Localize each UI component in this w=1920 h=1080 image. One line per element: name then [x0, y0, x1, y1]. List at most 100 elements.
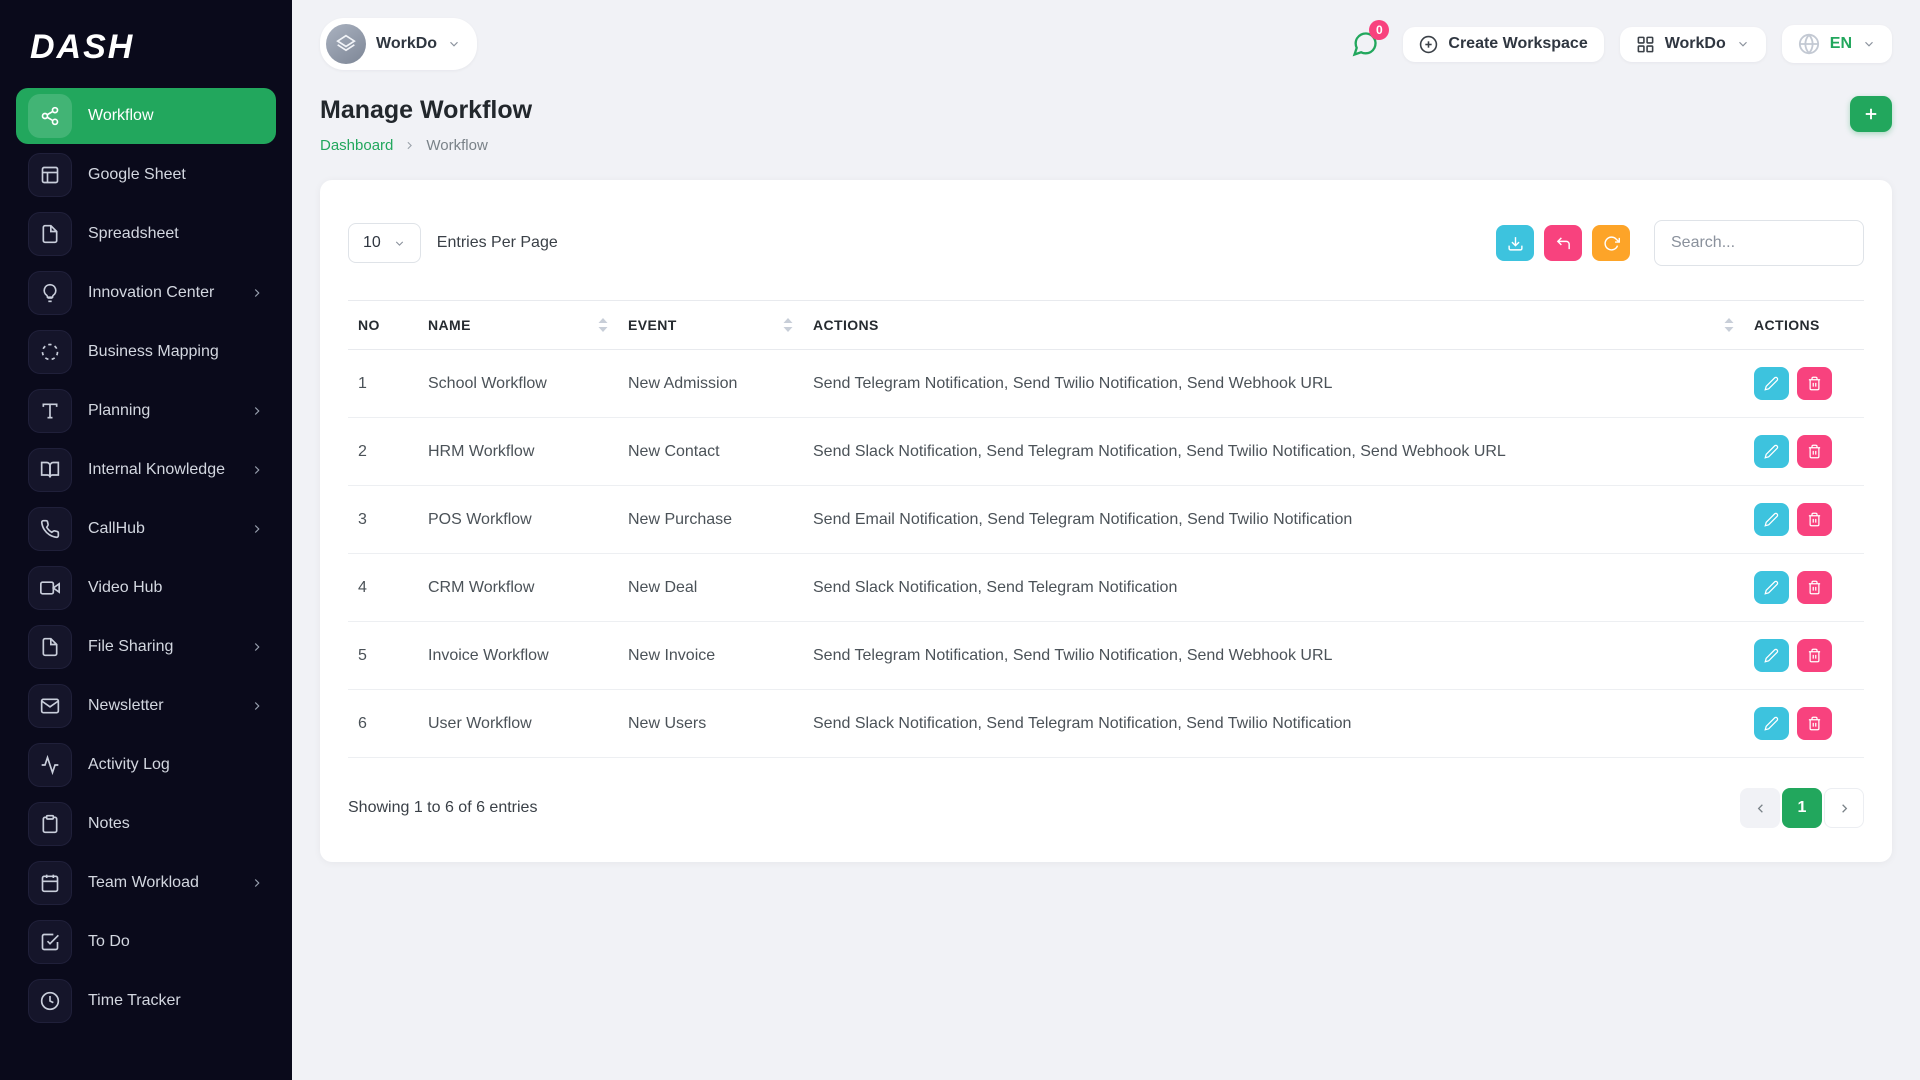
sidebar-item-label: To Do: [88, 933, 130, 951]
create-workspace-button[interactable]: Create Workspace: [1403, 27, 1603, 62]
sidebar-item-to-do[interactable]: To Do: [16, 914, 276, 970]
edit-button[interactable]: [1754, 367, 1789, 400]
sidebar-item-label: Video Hub: [88, 579, 162, 597]
cell-event: New Invoice: [618, 622, 803, 690]
pagination-page-1-button[interactable]: 1: [1782, 788, 1822, 828]
sidebar-item-notes[interactable]: Notes: [16, 796, 276, 852]
calendar-icon: [28, 861, 72, 905]
breadcrumb-current: Workflow: [426, 137, 487, 154]
workspace-dropdown[interactable]: WorkDo: [1620, 27, 1766, 62]
workspace-switcher[interactable]: WorkDo: [320, 18, 477, 70]
language-selector[interactable]: EN: [1782, 25, 1892, 63]
trash-icon: [1807, 716, 1822, 731]
search-input[interactable]: [1654, 220, 1864, 266]
phone-icon: [28, 507, 72, 551]
delete-button[interactable]: [1797, 367, 1832, 400]
edit-button[interactable]: [1754, 503, 1789, 536]
chevron-down-icon: [393, 237, 406, 250]
export-button[interactable]: [1496, 225, 1534, 261]
trash-icon: [1807, 444, 1822, 459]
type-icon: [28, 389, 72, 433]
pagination-prev-button[interactable]: [1740, 788, 1780, 828]
main-content: WorkDo 0 Create Workspace: [292, 0, 1920, 1080]
lightbulb-icon: [28, 271, 72, 315]
sidebar-item-business-mapping[interactable]: Business Mapping: [16, 324, 276, 380]
chevron-right-icon: [250, 522, 264, 536]
clipboard-icon: [28, 802, 72, 846]
column-header-actions[interactable]: ACTIONS: [803, 301, 1744, 350]
sidebar-item-newsletter[interactable]: Newsletter: [16, 678, 276, 734]
delete-button[interactable]: [1797, 571, 1832, 604]
sidebar-item-file-sharing[interactable]: File Sharing: [16, 619, 276, 675]
sidebar-item-callhub[interactable]: CallHub: [16, 501, 276, 557]
cell-name: CRM Workflow: [418, 554, 618, 622]
cell-name: POS Workflow: [418, 486, 618, 554]
sidebar-item-label: CallHub: [88, 520, 145, 538]
cell-event: New Purchase: [618, 486, 803, 554]
sidebar-item-label: Workflow: [88, 107, 154, 125]
edit-button[interactable]: [1754, 435, 1789, 468]
delete-button[interactable]: [1797, 639, 1832, 672]
cell-no: 3: [348, 486, 418, 554]
sidebar-item-team-workload[interactable]: Team Workload: [16, 855, 276, 911]
table-header-row: NO NAME EVENT: [348, 301, 1864, 350]
pencil-icon: [1764, 580, 1779, 595]
edit-button[interactable]: [1754, 639, 1789, 672]
sidebar-item-google-sheet[interactable]: Google Sheet: [16, 147, 276, 203]
brand-logo[interactable]: DASH: [0, 14, 292, 83]
showing-entries-text: Showing 1 to 6 of 6 entries: [348, 799, 537, 817]
messages-button[interactable]: 0: [1343, 22, 1387, 66]
edit-button[interactable]: [1754, 571, 1789, 604]
cell-no: 2: [348, 418, 418, 486]
sidebar-item-spreadsheet[interactable]: Spreadsheet: [16, 206, 276, 262]
chevron-right-icon: [250, 286, 264, 300]
page-title: Manage Workflow: [320, 96, 532, 125]
workspace-avatar: [326, 24, 366, 64]
column-header-name[interactable]: NAME: [418, 301, 618, 350]
cell-actions: Send Slack Notification, Send Telegram N…: [803, 690, 1744, 758]
sidebar-item-label: Innovation Center: [88, 284, 214, 302]
file-icon: [28, 625, 72, 669]
delete-button[interactable]: [1797, 503, 1832, 536]
sidebar-item-workflow[interactable]: Workflow: [16, 88, 276, 144]
table-row: 2 HRM Workflow New Contact Send Slack No…: [348, 418, 1864, 486]
sidebar-item-label: File Sharing: [88, 638, 173, 656]
breadcrumb-dashboard-link[interactable]: Dashboard: [320, 137, 393, 154]
mail-icon: [28, 684, 72, 728]
reset-button[interactable]: [1544, 225, 1582, 261]
delete-button[interactable]: [1797, 707, 1832, 740]
page-size-select[interactable]: 10: [348, 223, 421, 263]
refresh-button[interactable]: [1592, 225, 1630, 261]
sidebar-item-planning[interactable]: Planning: [16, 383, 276, 439]
pagination-next-button[interactable]: [1824, 788, 1864, 828]
chevron-right-icon: [250, 404, 264, 418]
cell-name: User Workflow: [418, 690, 618, 758]
sort-icon: [598, 318, 608, 332]
column-header-event[interactable]: EVENT: [618, 301, 803, 350]
language-label: EN: [1830, 35, 1852, 53]
sidebar-item-video-hub[interactable]: Video Hub: [16, 560, 276, 616]
column-header-row-actions: ACTIONS: [1744, 301, 1864, 350]
workflow-table: NO NAME EVENT: [348, 300, 1864, 758]
pagination: 1: [1740, 788, 1864, 828]
pencil-icon: [1764, 648, 1779, 663]
add-workflow-button[interactable]: [1850, 96, 1892, 132]
sidebar-item-activity-log[interactable]: Activity Log: [16, 737, 276, 793]
cell-event: New Contact: [618, 418, 803, 486]
pencil-icon: [1764, 716, 1779, 731]
sidebar-item-internal-knowledge[interactable]: Internal Knowledge: [16, 442, 276, 498]
check-square-icon: [28, 920, 72, 964]
sidebar-item-time-tracker[interactable]: Time Tracker: [16, 973, 276, 1029]
delete-button[interactable]: [1797, 435, 1832, 468]
table-row: 6 User Workflow New Users Send Slack Not…: [348, 690, 1864, 758]
download-icon: [1507, 235, 1524, 252]
sidebar-item-label: Planning: [88, 402, 150, 420]
table-row: 4 CRM Workflow New Deal Send Slack Notif…: [348, 554, 1864, 622]
sidebar-item-innovation-center[interactable]: Innovation Center: [16, 265, 276, 321]
chevron-left-icon: [1753, 801, 1768, 816]
edit-button[interactable]: [1754, 707, 1789, 740]
cell-no: 4: [348, 554, 418, 622]
table-row: 3 POS Workflow New Purchase Send Email N…: [348, 486, 1864, 554]
trash-icon: [1807, 376, 1822, 391]
sidebar-item-label: Google Sheet: [88, 166, 186, 184]
